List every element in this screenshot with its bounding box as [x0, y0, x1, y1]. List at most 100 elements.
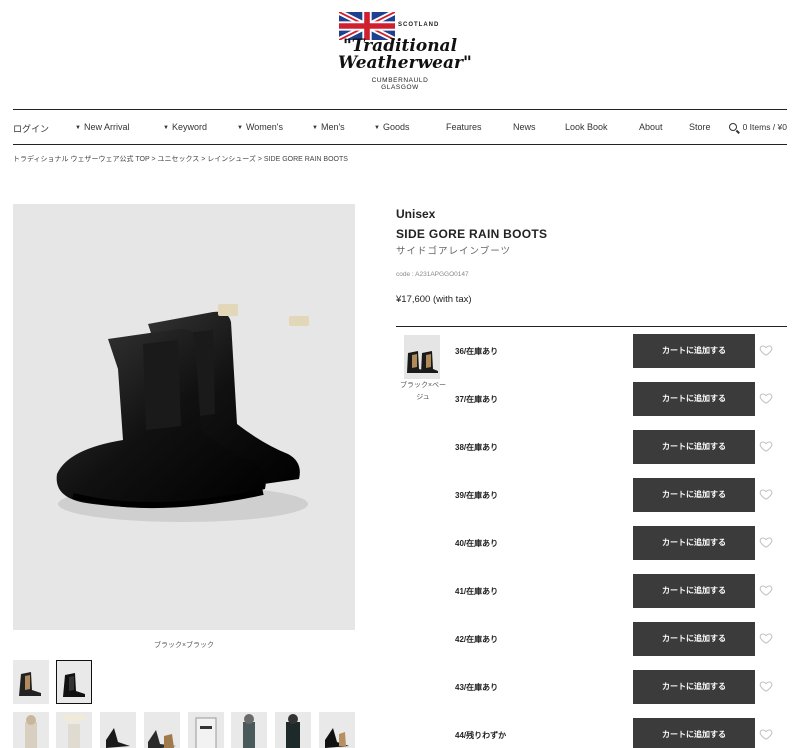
heart-icon[interactable] [759, 631, 773, 645]
thumbnail-model [243, 714, 255, 748]
add-to-cart-button[interactable]: カートに追加する [633, 670, 755, 704]
thumbnail-model [286, 714, 300, 748]
size-stock-label: 43/在庫あり [455, 683, 499, 692]
main-nav: ログイン ▼ New Arrival ▼ Keyword ▼ Women's ▼ Men… [13, 109, 787, 145]
thumbnail-selected[interactable] [56, 660, 92, 704]
size-stock-label: 38/在庫あり [455, 443, 499, 452]
thumbnail[interactable] [188, 712, 224, 748]
heart-icon[interactable] [759, 439, 773, 453]
nav-news[interactable]: News [513, 122, 536, 132]
nav-label: New Arrival [83, 122, 130, 132]
search-icon[interactable] [728, 123, 737, 131]
nav-new-arrival[interactable]: ▼ New Arrival [75, 122, 129, 132]
thumbnail-boots [148, 730, 176, 748]
thumbnail-boots [106, 728, 130, 748]
product-price: ¥17,600 (with tax) [396, 294, 472, 305]
heart-icon[interactable] [759, 391, 773, 405]
size-stock-label: 39/在庫あり [455, 491, 499, 500]
add-to-cart-button[interactable]: カートに追加する [633, 574, 755, 608]
image-caption: ブラック×ブラック [153, 642, 215, 649]
thumbnail-tag [195, 717, 217, 748]
brand-city-2: GLASGOW [381, 84, 419, 91]
size-row: 44/残りわずか カートに追加する [455, 718, 785, 748]
thumbnail-boots [325, 728, 349, 748]
add-to-cart-button[interactable]: カートに追加する [633, 718, 755, 748]
nav-store[interactable]: Store [689, 122, 711, 132]
nav-mens[interactable]: ▼ Men's [312, 122, 345, 132]
cart-summary[interactable]: 0 Items / ¥0 [728, 122, 787, 132]
nav-womens[interactable]: ▼ Women's [237, 122, 283, 132]
color-option-thumbnail[interactable] [404, 335, 440, 379]
breadcrumb[interactable]: トラディショナル ウェザーウェア公式 TOP > ユニセックス > レインシュー… [13, 154, 348, 164]
site-header: SCOTLAND "Traditional Weatherwear" CUMBE… [0, 0, 800, 108]
thumbnail-model [25, 715, 37, 748]
add-to-cart-button[interactable]: カートに追加する [633, 478, 755, 512]
add-to-cart-button[interactable]: カートに追加する [633, 382, 755, 416]
heart-icon[interactable] [759, 487, 773, 501]
product-name: SIDE GORE RAIN BOOTS [396, 227, 548, 241]
thumbnail[interactable] [56, 712, 92, 748]
add-to-cart-button[interactable]: カートに追加する [633, 334, 755, 368]
thumbnail-boots-black [63, 673, 85, 697]
brand-scotland: SCOTLAND [398, 22, 440, 28]
size-row: 39/在庫あり カートに追加する [455, 478, 785, 512]
nav-login[interactable]: ログイン [13, 122, 49, 135]
color-swatch-boots [407, 351, 438, 373]
heart-icon[interactable] [759, 583, 773, 597]
size-stock-label: 42/在庫あり [455, 635, 499, 644]
nav-goods[interactable]: ▼ Goods [374, 122, 409, 132]
size-row: 37/在庫あり カートに追加する [455, 382, 785, 416]
heart-icon[interactable] [759, 727, 773, 741]
section-divider [396, 326, 787, 327]
thumbnail[interactable] [13, 712, 49, 748]
size-row: 42/在庫あり カートに追加する [455, 622, 785, 656]
thumbnail[interactable] [13, 660, 49, 704]
heart-icon[interactable] [759, 679, 773, 693]
size-stock-label: 40/在庫あり [455, 539, 499, 548]
nav-features[interactable]: Features [446, 122, 482, 132]
size-stock-label: 41/在庫あり [455, 587, 499, 596]
nav-label: Women's [245, 122, 284, 132]
heart-icon[interactable] [759, 343, 773, 357]
product-gender: Unisex [396, 207, 436, 221]
nav-keyword[interactable]: ▼ Keyword [163, 122, 207, 132]
brand-city-1: CUMBERNAULD [371, 77, 429, 84]
size-row: 41/在庫あり カートに追加する [455, 574, 785, 608]
thumbnail-model [62, 714, 86, 748]
thumbnail[interactable] [319, 712, 355, 748]
nav-label: Men's [320, 122, 345, 132]
size-row: 43/在庫あり カートに追加する [455, 670, 785, 704]
product-main-image[interactable] [13, 204, 355, 630]
product-code: code : A231APGGO0147 [396, 271, 469, 278]
thumbnail[interactable] [100, 712, 136, 748]
add-to-cart-button[interactable]: カートに追加する [633, 526, 755, 560]
caret-down-icon: ▼ [312, 125, 318, 131]
thumbnail[interactable] [275, 712, 311, 748]
thumbnail-boots-beige [19, 672, 41, 696]
nav-look-book[interactable]: Look Book [565, 122, 608, 132]
nav-about[interactable]: About [639, 122, 663, 132]
heart-icon[interactable] [759, 535, 773, 549]
caret-down-icon: ▼ [163, 125, 169, 131]
cart-summary-text: 0 Items / ¥0 [742, 122, 787, 132]
caret-down-icon: ▼ [75, 125, 81, 131]
brand-name-line2: Weatherwear" [338, 53, 472, 73]
caret-down-icon: ▼ [374, 125, 380, 131]
nav-label: Goods [382, 122, 410, 132]
add-to-cart-button[interactable]: カートに追加する [633, 430, 755, 464]
size-row: 38/在庫あり カートに追加する [455, 430, 785, 464]
size-stock-label: 37/在庫あり [455, 395, 499, 404]
add-to-cart-button[interactable]: カートに追加する [633, 622, 755, 656]
size-stock-label: 44/残りわずか [455, 731, 507, 740]
brand-city: CUMBERNAULD GLASGOW [338, 77, 462, 91]
thumbnail[interactable] [231, 712, 267, 748]
nav-label: Keyword [171, 122, 207, 132]
size-row: 36/在庫あり カートに追加する [455, 334, 785, 368]
brand-logo[interactable]: SCOTLAND "Traditional Weatherwear" CUMBE… [338, 10, 472, 91]
caret-down-icon: ▼ [237, 125, 243, 131]
color-option-name: ブラック×ベージュ [399, 382, 447, 401]
size-row: 40/在庫あり カートに追加する [455, 526, 785, 560]
thumbnail[interactable] [144, 712, 180, 748]
product-name-jp: サイドゴアレインブーツ [396, 246, 512, 257]
boots-illustration [56, 304, 309, 522]
